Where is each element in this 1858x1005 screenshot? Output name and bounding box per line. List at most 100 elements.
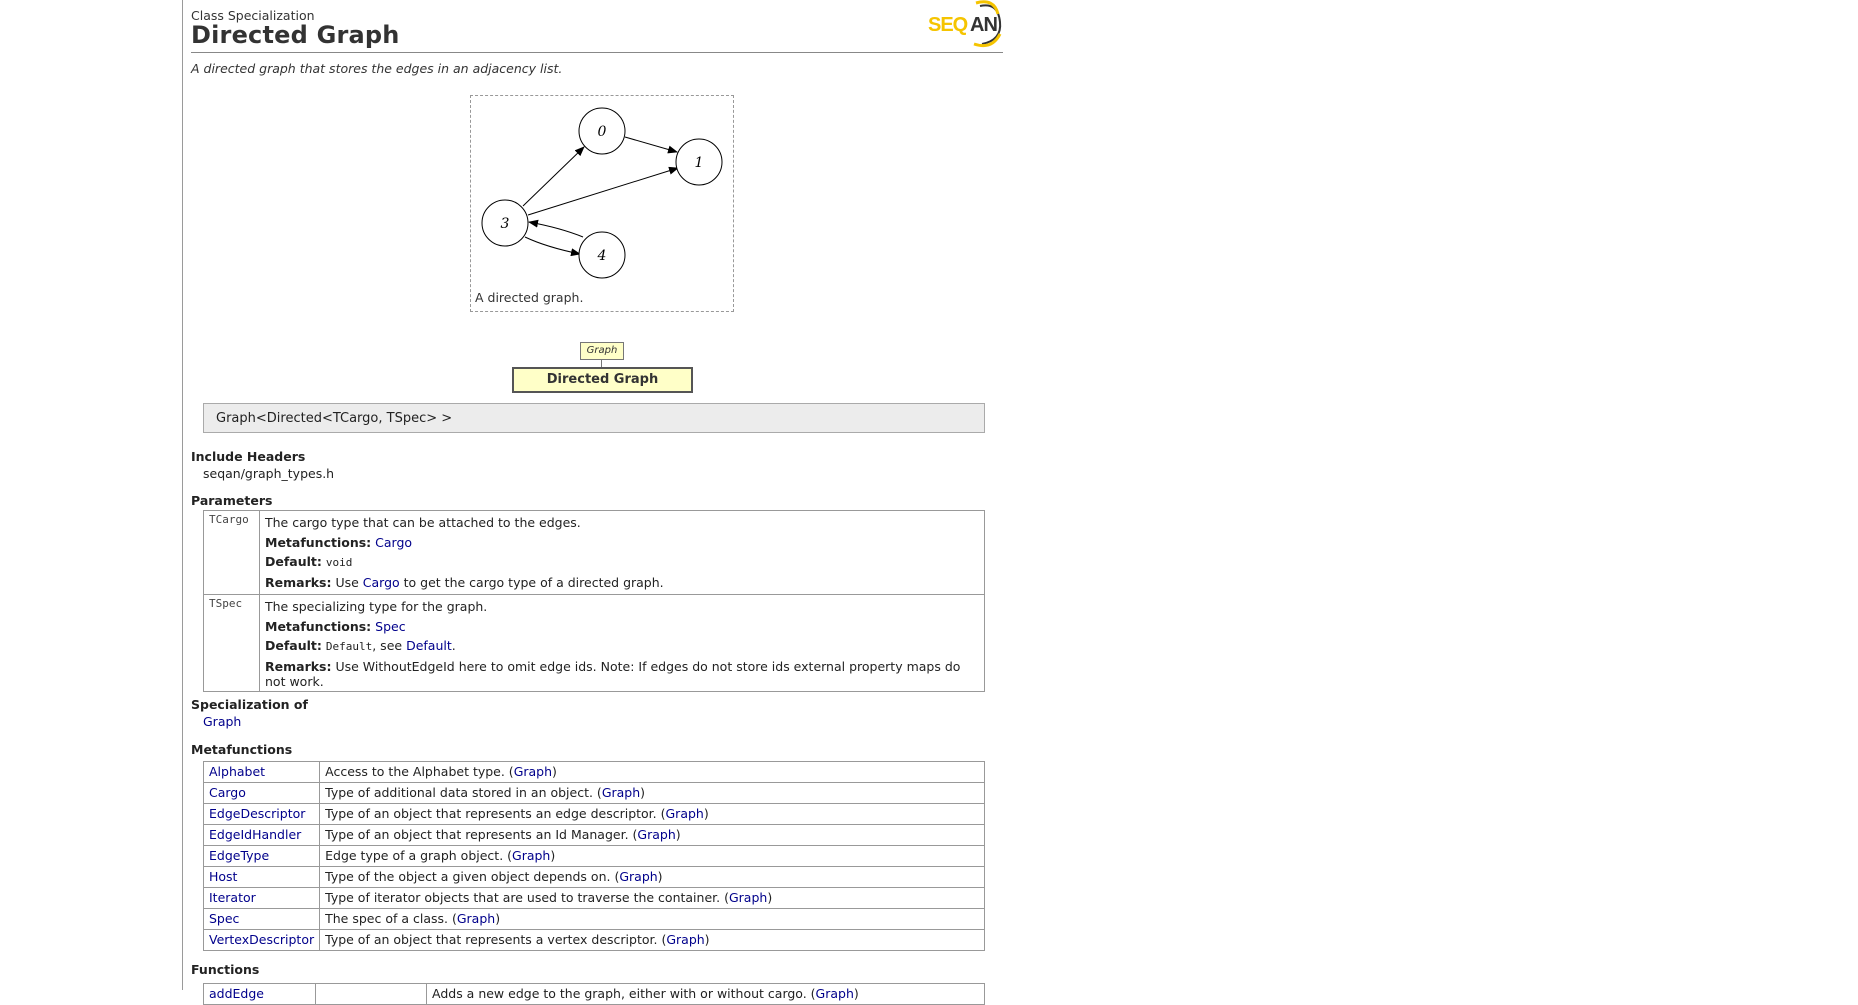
metafunctions-heading: Metafunctions [191,742,293,757]
ref-link-graph[interactable]: Graph [729,890,767,905]
ref-link-graph[interactable]: Graph [619,869,657,884]
ref-link-graph[interactable]: Graph [666,932,704,947]
function-desc: Adds a new edge to the graph, either wit… [426,983,985,1005]
meta-link-spec[interactable]: Spec [375,619,405,634]
param-details: The cargo type that can be attached to t… [259,510,985,595]
metafunction-link[interactable]: Host [209,869,237,884]
ref-link-graph[interactable]: Graph [816,986,854,1001]
metafunction-link[interactable]: EdgeType [209,848,269,863]
param-name: TCargo [203,510,260,595]
param-default-line: Default: void [265,552,979,573]
meta-link-cargo[interactable]: Cargo [375,535,412,550]
default-end: . [451,638,456,653]
param-remarks-line: Remarks: Use WithoutEdgeId here to omit … [265,657,979,689]
include-headers-heading: Include Headers [191,449,306,464]
meta-label: Metafunctions: [265,618,372,634]
class-description: A directed graph that stores the edges i… [191,61,563,76]
functions-heading: Functions [191,962,260,977]
edge-4-3 [528,219,584,238]
left-border [182,0,183,990]
function-link[interactable]: addEdge [209,986,264,1001]
param-meta-line: Metafunctions: Spec [265,617,979,637]
table-row: Alphabet Access to the Alphabet type. (Gr… [202,761,985,783]
directed-graph-diagram: 0 1 3 4 [481,107,723,279]
param-row-tcargo: TCargo The cargo type that can be attach… [203,510,985,595]
metafunction-link[interactable]: Spec [209,911,239,926]
param-details: The specializing type for the graph. Met… [259,594,985,692]
metafunction-desc: Type of additional data stored in an obj… [319,782,985,804]
inheritance-base-link[interactable]: Graph [580,342,624,360]
remarks-label: Remarks: [265,658,332,674]
svg-text:SEQ: SEQ [928,14,968,36]
ref-link-graph[interactable]: Graph [514,764,552,779]
specialization-link-graph[interactable]: Graph [203,714,241,729]
metafunction-desc: Type of iterator objects that are used t… [319,887,985,909]
node-label-3: 3 [501,216,510,232]
default-label: Default: [265,638,322,653]
ref-link-graph[interactable]: Graph [666,806,704,821]
remarks-text: Use WithoutEdgeId here to omit edge ids.… [265,658,961,689]
node-label-1: 1 [695,155,704,171]
metafunction-desc: Access to the Alphabet type. (Graph) [319,761,985,783]
metafunction-desc: Type of an object that represents a vert… [319,929,985,951]
remarks-label: Remarks: [265,574,332,590]
specialization-heading: Specialization of [191,697,308,712]
metafunction-link[interactable]: EdgeDescriptor [209,806,305,821]
metafunction-desc: Type of the object a given object depend… [319,866,985,888]
default-link[interactable]: Default [406,638,452,653]
table-row: Spec The spec of a class. (Graph) [202,908,985,930]
functions-table: addEdge Adds a new edge to the graph, ei… [203,983,985,1005]
metafunction-desc: Edge type of a graph object. (Graph) [319,845,985,867]
metafunctions-table: Alphabet Access to the Alphabet type. (Gr… [202,761,985,951]
edge-3-0 [522,146,585,207]
param-remarks-line: Remarks: Use Cargo to get the cargo type… [265,573,979,593]
remarks-text: to get the cargo type of a directed grap… [399,574,664,590]
remarks-text: Use [335,574,363,590]
table-row: Iterator Type of iterator objects that ar… [202,887,985,909]
default-label: Default: [265,554,322,569]
svg-text:AN: AN [970,14,997,36]
node-label-0: 0 [598,124,607,140]
metafunction-desc: Type of an object that represents an edg… [319,803,985,825]
graph-figure: 0 1 3 4 A directed graph. [470,95,734,312]
metafunction-desc: The spec of a class. (Graph) [319,908,985,930]
param-row-tspec: TSpec The specializing type for the grap… [203,594,985,692]
include-header-file: seqan/graph_types.h [203,466,335,481]
ref-link-graph[interactable]: Graph [512,848,550,863]
edge-3-1 [527,166,679,216]
figure-caption: A directed graph. [475,290,584,305]
edge-0-1 [624,136,678,154]
ref-link-graph[interactable]: Graph [457,911,495,926]
default-see-text: , see [372,638,407,653]
remarks-link-cargo[interactable]: Cargo [363,575,400,590]
param-name: TSpec [203,594,260,692]
meta-label: Metafunctions: [265,534,372,550]
ref-link-graph[interactable]: Graph [637,827,675,842]
table-row: EdgeIdHandler Type of an object that repr… [202,824,985,846]
page-title: Directed Graph [191,21,400,49]
table-row: VertexDescriptor Type of an object that r… [202,929,985,951]
metafunction-link[interactable]: Cargo [209,785,246,800]
metafunction-link[interactable]: EdgeIdHandler [209,827,301,842]
metafunction-link[interactable]: Iterator [209,890,256,905]
default-value: Default [325,640,373,653]
signature-box: Graph<Directed<TCargo, TSpec> > [203,403,985,433]
table-row: addEdge Adds a new edge to the graph, ei… [203,983,985,1005]
table-row: EdgeDescriptor Type of an object that rep… [202,803,985,825]
ref-link-graph[interactable]: Graph [602,785,640,800]
param-desc: The cargo type that can be attached to t… [265,515,581,530]
metafunction-link[interactable]: VertexDescriptor [209,932,314,947]
metafunction-link[interactable]: Alphabet [209,764,265,779]
metafunction-desc: Type of an object that represents an Id … [319,824,985,846]
default-value: void [325,556,353,569]
title-divider [191,52,1003,53]
parameters-table: TCargo The cargo type that can be attach… [203,510,985,692]
parameters-heading: Parameters [191,493,273,508]
table-row: Host Type of the object a given object de… [202,866,985,888]
seqan-logo[interactable]: SEQ AN [926,0,1004,48]
table-row: EdgeType Edge type of a graph object. (Gr… [202,845,985,867]
table-row: Cargo Type of additional data stored in a… [202,782,985,804]
inheritance-connector [601,359,602,367]
node-label-4: 4 [597,248,607,264]
param-desc: The specializing type for the graph. [265,599,488,614]
